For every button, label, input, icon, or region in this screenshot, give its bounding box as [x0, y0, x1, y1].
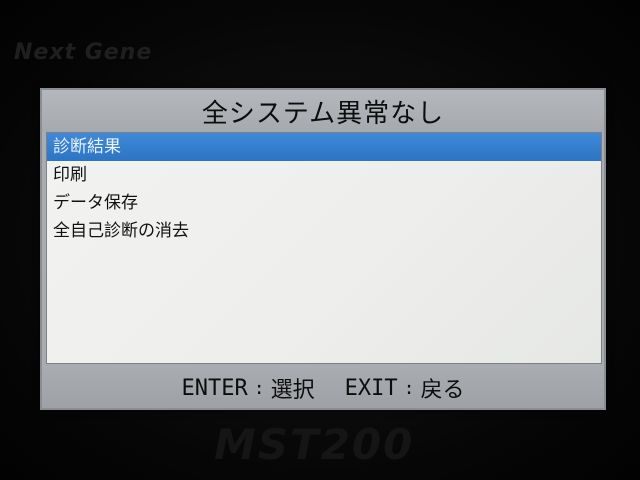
enter-key-label: ENTER: [181, 375, 248, 401]
scanner-device: Next Gene 全システム異常なし 診断結果 印刷 データ保存 全自己診断の…: [0, 0, 640, 480]
key-hint-bar: ENTER : 選択 EXIT : 戻る: [42, 368, 604, 408]
menu-list: 診断結果 印刷 データ保存 全自己診断の消去: [46, 132, 602, 364]
menu-item-save-data[interactable]: データ保存: [47, 189, 601, 217]
exit-hint: EXIT : 戻る: [345, 372, 465, 404]
menu-item-diagnosis-result[interactable]: 診断結果: [47, 133, 601, 161]
exit-separator: :: [403, 377, 415, 399]
device-model-label: MST200: [214, 420, 415, 469]
enter-hint: ENTER : 選択: [182, 372, 315, 404]
enter-separator: :: [253, 377, 265, 399]
screen-title: 全システム異常なし: [42, 90, 604, 132]
menu-item-print[interactable]: 印刷: [47, 161, 601, 189]
exit-key-label: EXIT: [344, 375, 398, 401]
enter-action-label: 選択: [270, 378, 315, 403]
exit-action-label: 戻る: [420, 378, 465, 403]
menu-item-clear-all-codes[interactable]: 全自己診断の消去: [47, 217, 601, 245]
device-brand-label: Next Gene: [14, 40, 153, 65]
device-screen: 全システム異常なし 診断結果 印刷 データ保存 全自己診断の消去 ENTER :…: [40, 88, 606, 410]
